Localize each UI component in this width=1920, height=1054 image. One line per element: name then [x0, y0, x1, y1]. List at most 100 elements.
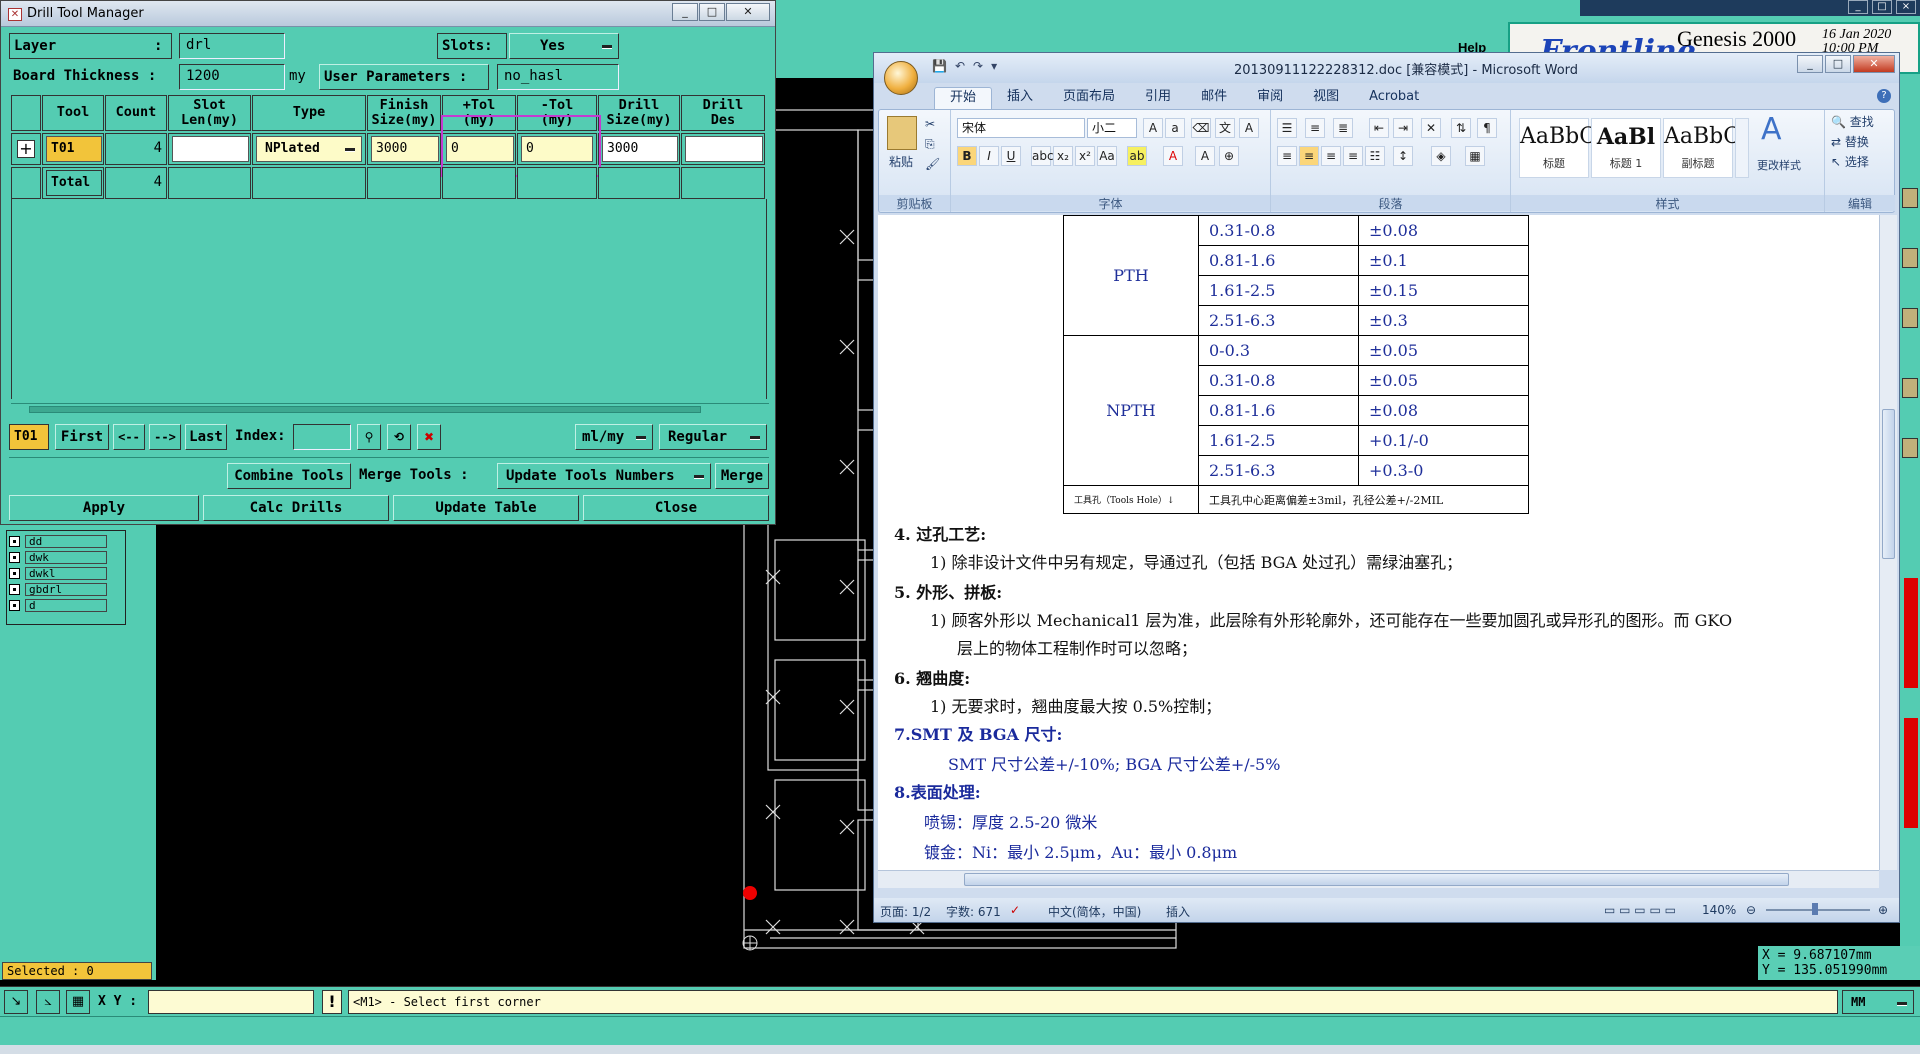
- dtm-minimize-button[interactable]: _: [672, 3, 698, 21]
- apply-button[interactable]: Apply: [9, 495, 199, 521]
- expand-plus-icon[interactable]: +: [17, 140, 35, 158]
- undo-icon[interactable]: ↶: [955, 59, 965, 73]
- justify-icon[interactable]: ≡: [1343, 146, 1363, 166]
- view-buttons[interactable]: ▭ ▭ ▭ ▭ ▭: [1604, 903, 1676, 917]
- layer-checkbox[interactable]: [9, 583, 20, 595]
- xy-input[interactable]: [148, 990, 314, 1014]
- word-close-button[interactable]: ✕: [1853, 55, 1895, 73]
- shading-icon[interactable]: ◈: [1431, 146, 1451, 166]
- dtm-maximize-button[interactable]: □: [699, 3, 725, 21]
- table-horizontal-scrollbar[interactable]: [11, 403, 769, 415]
- zoom-level[interactable]: 140%: [1702, 903, 1736, 917]
- cut-icon[interactable]: ✂: [925, 114, 935, 134]
- type-select[interactable]: NPlated: [256, 136, 362, 162]
- font-size-select[interactable]: 小二: [1087, 118, 1137, 138]
- align-right-icon[interactable]: ≡: [1321, 146, 1341, 166]
- right-tool-button[interactable]: [1902, 188, 1918, 208]
- right-tool-button[interactable]: [1902, 438, 1918, 458]
- paste-button[interactable]: 粘贴: [889, 152, 913, 172]
- board-thickness-field[interactable]: 1200: [179, 64, 285, 90]
- show-marks-icon[interactable]: ¶: [1477, 118, 1497, 138]
- zoom-in-icon[interactable]: ⊕: [1878, 903, 1888, 917]
- format-painter-icon[interactable]: 🖌: [925, 154, 940, 174]
- office-button[interactable]: [884, 61, 918, 95]
- genesis-maximize-button[interactable]: □: [1872, 0, 1892, 14]
- bold-icon[interactable]: B: [957, 146, 977, 166]
- redo-icon[interactable]: ↷: [973, 59, 983, 73]
- increase-indent-icon[interactable]: ⇥: [1393, 118, 1413, 138]
- index-input[interactable]: [293, 424, 351, 450]
- char-shading-icon[interactable]: A: [1195, 146, 1215, 166]
- change-case-icon[interactable]: Aa: [1097, 146, 1117, 166]
- replace-button[interactable]: ⇄ 替换: [1831, 132, 1869, 152]
- document-page[interactable]: PTH 0.31-0.8 ±0.08 0.81-1.6 ±0.1 1.61-2.5 ±0…: [878, 215, 1879, 870]
- refresh-icon[interactable]: ⟲: [387, 424, 411, 450]
- right-tool-button[interactable]: [1902, 378, 1918, 398]
- font-color-icon[interactable]: A: [1163, 146, 1183, 166]
- tab-review[interactable]: 审阅: [1242, 87, 1298, 109]
- slots-select[interactable]: Yes: [509, 33, 619, 59]
- clear-format-icon[interactable]: ⌫: [1191, 118, 1211, 138]
- page-indicator[interactable]: 页面: 1/2: [880, 903, 931, 920]
- numbering-icon[interactable]: ≡: [1305, 118, 1325, 138]
- genesis-minimize-button[interactable]: _: [1848, 0, 1868, 14]
- subscript-icon[interactable]: x₂: [1053, 146, 1073, 166]
- close-button[interactable]: Close: [583, 495, 769, 521]
- bullets-icon[interactable]: ☰: [1277, 118, 1297, 138]
- tab-acrobat[interactable]: Acrobat: [1354, 87, 1434, 109]
- decrease-indent-icon[interactable]: ⇤: [1369, 118, 1389, 138]
- distributed-icon[interactable]: ☷: [1365, 146, 1385, 166]
- insert-mode[interactable]: 插入: [1166, 903, 1190, 920]
- layer-row[interactable]: d: [9, 598, 107, 612]
- units-select[interactable]: MM: [1842, 990, 1914, 1014]
- zoom-slider-thumb[interactable]: [1812, 903, 1818, 915]
- update-table-button[interactable]: Update Table: [393, 495, 579, 521]
- tab-page-layout[interactable]: 页面布局: [1048, 87, 1130, 109]
- word-minimize-button[interactable]: _: [1797, 55, 1823, 73]
- vertical-scrollbar[interactable]: [1879, 215, 1897, 870]
- horizontal-scroll-thumb[interactable]: [964, 873, 1789, 886]
- tab-home[interactable]: 开始: [934, 87, 993, 109]
- line-spacing-icon[interactable]: ↕: [1393, 146, 1413, 166]
- right-tool-button[interactable]: [1902, 248, 1918, 268]
- finish-size-input[interactable]: 3000: [371, 136, 439, 162]
- combine-tools-button[interactable]: Combine Tools: [227, 463, 351, 489]
- phonetic-icon[interactable]: 文: [1215, 118, 1235, 138]
- sort-icon[interactable]: ⇅: [1451, 118, 1471, 138]
- tab-insert[interactable]: 插入: [992, 87, 1048, 109]
- search-icon[interactable]: ⚲: [357, 424, 381, 450]
- styles-scroll[interactable]: [1735, 118, 1749, 178]
- layer-checkbox[interactable]: [9, 551, 20, 563]
- last-button[interactable]: Last: [185, 424, 227, 450]
- italic-icon[interactable]: I: [979, 146, 999, 166]
- chinese-layout-icon[interactable]: ✕: [1421, 118, 1441, 138]
- prev-button[interactable]: <--: [113, 424, 145, 450]
- delete-icon[interactable]: ✖: [417, 424, 441, 450]
- style-subtitle[interactable]: AaBbC 副标题: [1663, 118, 1740, 178]
- zoom-slider[interactable]: [1766, 909, 1870, 911]
- layer-row[interactable]: gbdrl: [9, 582, 107, 596]
- borders-icon[interactable]: ▦: [1465, 146, 1485, 166]
- first-button[interactable]: First: [55, 424, 109, 450]
- copy-icon[interactable]: ⎘: [925, 134, 935, 154]
- spelling-check-icon[interactable]: ✓: [1010, 903, 1020, 917]
- next-button[interactable]: -->: [149, 424, 181, 450]
- dtm-close-icon[interactable]: ✕: [726, 3, 770, 21]
- update-tools-numbers-select[interactable]: Update Tools Numbers: [497, 463, 711, 489]
- tab-view[interactable]: 视图: [1298, 87, 1354, 109]
- multilevel-list-icon[interactable]: ≣: [1333, 118, 1353, 138]
- underline-icon[interactable]: U: [1001, 146, 1021, 166]
- tool-id[interactable]: T01: [46, 136, 102, 162]
- font-name-select[interactable]: 宋体: [957, 118, 1085, 138]
- mode-select[interactable]: Regular: [659, 424, 767, 450]
- enclose-char-icon[interactable]: ⊕: [1219, 146, 1239, 166]
- scrollbar-thumb[interactable]: [29, 406, 701, 413]
- zoom-window-icon[interactable]: ↘: [4, 990, 28, 1014]
- vertical-scroll-thumb[interactable]: [1882, 409, 1895, 559]
- calc-drills-button[interactable]: Calc Drills: [203, 495, 389, 521]
- paste-icon[interactable]: [887, 116, 917, 150]
- help-icon[interactable]: ?: [1877, 89, 1891, 103]
- genesis-close-button[interactable]: ×: [1896, 0, 1916, 14]
- find-button[interactable]: 🔍 查找: [1831, 112, 1874, 132]
- grid-icon[interactable]: ▦: [66, 990, 90, 1014]
